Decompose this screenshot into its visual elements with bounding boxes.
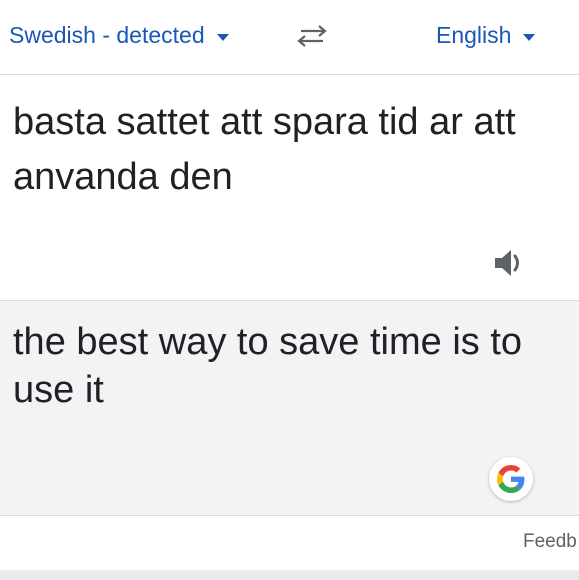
feedback-link[interactable]: Feedb [523, 531, 577, 553]
source-panel: basta sattet att spara tid ar att anvand… [0, 75, 579, 301]
translation-panel: the best way to save time is to use it [0, 301, 579, 516]
language-bar: Swedish - detected English [0, 0, 579, 75]
chevron-down-icon [216, 33, 229, 41]
source-text[interactable]: basta sattet att spara tid ar att anvand… [13, 95, 563, 205]
footer: Feedb [0, 516, 579, 570]
source-language-selector[interactable]: Swedish - detected [9, 22, 229, 49]
target-language-label: English [436, 22, 512, 48]
swap-arrows-icon[interactable] [295, 24, 329, 48]
target-language-selector[interactable]: English [436, 22, 536, 49]
bottom-divider [0, 570, 579, 580]
translation-text: the best way to save time is to use it [13, 321, 523, 411]
source-language-label: Swedish - detected [9, 22, 205, 48]
chevron-down-icon [523, 33, 536, 41]
google-button[interactable] [489, 457, 533, 501]
google-g-icon [497, 465, 525, 493]
speaker-icon[interactable] [492, 247, 528, 279]
translate-card: Swedish - detected English basta sattet … [0, 0, 579, 580]
